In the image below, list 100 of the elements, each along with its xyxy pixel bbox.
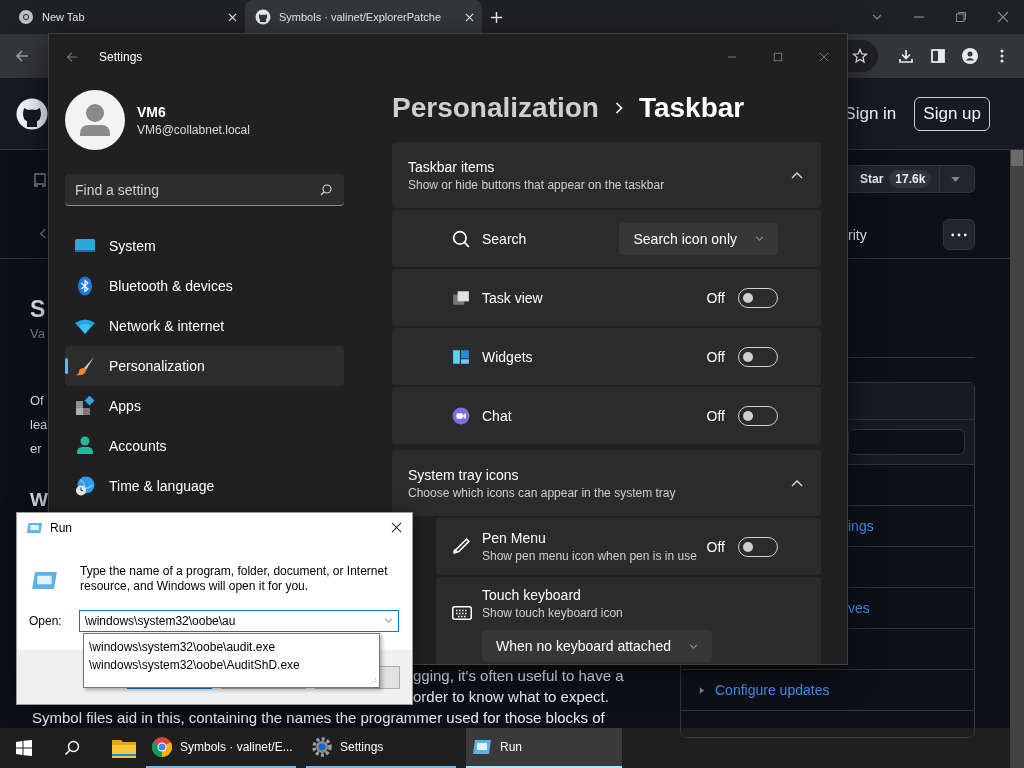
dropdown[interactable]: When no keyboard attached [482, 630, 713, 662]
resize-grip-icon[interactable] [369, 677, 377, 685]
setting-label: Widgets [482, 348, 534, 365]
window-icon [31, 571, 58, 590]
sidebar-link[interactable]: ves [848, 600, 870, 616]
chevron-right-icon [614, 102, 623, 114]
more-icon [951, 232, 967, 237]
sidebar-link[interactable]: Configure updates [715, 682, 830, 698]
user-name: VM6 [137, 103, 167, 120]
gear-icon [312, 737, 332, 757]
maximize-icon[interactable] [773, 52, 783, 62]
tab-title: Symbols · valinet/ExplorerPatche [279, 11, 442, 23]
profile-icon[interactable] [962, 48, 978, 64]
chevron-down-icon [689, 643, 699, 649]
suggestion-item[interactable]: \windows\system32\oobe\audit.exe [89, 638, 374, 656]
section-header[interactable]: Taskbar items Show or hide buttons that appear on the taskbar [392, 142, 821, 208]
avatar [65, 90, 125, 150]
page-subtitle: Va [30, 326, 45, 341]
search-icon [452, 229, 470, 248]
plus-icon[interactable] [490, 10, 503, 24]
side-panel-icon[interactable] [930, 48, 946, 64]
window-title: Settings [99, 50, 143, 64]
stacked-squares-icon [452, 288, 470, 307]
section-title: Taskbar items [408, 158, 496, 175]
book-icon [32, 172, 48, 188]
section-subtitle: Choose which icons can appear in the system tray [408, 485, 677, 500]
search-field[interactable]: Find a setting [65, 174, 344, 206]
chevron-left-icon[interactable] [40, 228, 47, 239]
chevron-up-icon[interactable] [791, 171, 803, 179]
taskbar-app[interactable]: Run [466, 728, 622, 768]
paragraph-text: order to know what to expect. [413, 687, 609, 707]
dropdown[interactable]: Search icon only [619, 222, 778, 255]
video-chat-icon [452, 406, 470, 425]
breadcrumb-link[interactable]: Personalization [392, 92, 599, 124]
section-subtitle: Show or hide buttons that appear on the taskbar [408, 177, 666, 192]
paragraph-text: Of [30, 392, 44, 410]
windows-start-icon[interactable] [16, 740, 32, 756]
chrome-icon [18, 9, 34, 25]
toggle-state: Off [706, 407, 725, 424]
setting-label: Task view [482, 289, 544, 306]
paragraph-text: lea [30, 416, 48, 434]
keyboard-icon [452, 606, 472, 620]
back-arrow-icon[interactable] [65, 50, 79, 64]
sign-up-button[interactable]: Sign up [914, 96, 990, 131]
setting-label: Touch keyboard [482, 587, 582, 603]
nav-tab[interactable]: rity [848, 227, 867, 243]
page-title: Taskbar [638, 92, 745, 124]
paragraph-text: er [30, 440, 42, 458]
restore-icon[interactable] [955, 11, 967, 23]
nav-item[interactable]: Apps [65, 386, 344, 426]
setting-label: Search [482, 230, 528, 247]
nav-item[interactable]: Network & internet [65, 306, 344, 346]
window-icon [26, 521, 43, 534]
folder-icon[interactable] [112, 738, 136, 758]
search-icon[interactable] [320, 184, 332, 196]
nav-item[interactable]: System [65, 226, 344, 266]
github-icon [255, 9, 271, 25]
more-button[interactable] [943, 219, 975, 250]
search-icon[interactable] [64, 740, 80, 756]
user-email: VM6@collabnet.local [137, 122, 250, 137]
dialog-message: Type the name of a program, folder, document, or Internet resource, and Windows will open it for you. [80, 564, 389, 594]
setting-description: Show pen menu icon when pen is in use [482, 549, 698, 563]
browser-tab[interactable]: Symbols · valinet/ExplorerPatche [245, 0, 482, 34]
page-heading: S [30, 295, 46, 324]
setting-label: Pen Menu [482, 530, 547, 546]
star-count: 17.6k [889, 170, 932, 188]
back-arrow-icon[interactable] [14, 48, 30, 64]
setting-label: Chat [482, 407, 513, 424]
section-header[interactable]: System tray icons Choose which icons can appear in the system tray [392, 450, 821, 516]
nav-item[interactable]: Accounts [65, 426, 344, 466]
apps-icon [75, 396, 95, 416]
filter-field[interactable] [848, 429, 965, 455]
close-icon[interactable] [391, 522, 402, 533]
tab-title: New Tab [42, 11, 86, 23]
person-icon [75, 436, 95, 456]
taskbar-app[interactable]: Settings [306, 728, 456, 768]
taskbar-app[interactable]: Symbols · valinet/E... [146, 728, 296, 768]
bluetooth-icon [75, 276, 95, 296]
nav-item[interactable]: Bluetooth & devices [65, 266, 344, 306]
download-icon[interactable] [898, 48, 914, 64]
toggle-state: Off [706, 289, 725, 306]
caret-down-icon[interactable] [951, 176, 961, 182]
caret-right-icon[interactable] [699, 686, 704, 694]
star-icon[interactable] [852, 48, 868, 64]
section-heading: W [30, 489, 48, 511]
window-icon [472, 737, 492, 757]
chevron-down-icon[interactable] [384, 618, 393, 623]
scrollbar[interactable] [1010, 150, 1024, 768]
open-field[interactable]: \windows\system32\oobe\au [78, 610, 399, 632]
toggle-state: Off [706, 538, 725, 555]
widgets-icon [452, 347, 470, 366]
setting-description: Show touch keyboard icon [482, 606, 624, 620]
star-button[interactable]: Star 17.6k [848, 165, 975, 193]
chevron-up-icon[interactable] [791, 479, 803, 487]
nav-item[interactable]: Time & language [65, 466, 344, 506]
sidebar-link[interactable]: ings [848, 518, 874, 534]
nav-item[interactable]: Personalization [65, 346, 344, 386]
browser-tab[interactable]: New Tab [8, 0, 245, 34]
section-title: System tray icons [408, 466, 520, 483]
github-logo-icon[interactable] [16, 97, 48, 130]
